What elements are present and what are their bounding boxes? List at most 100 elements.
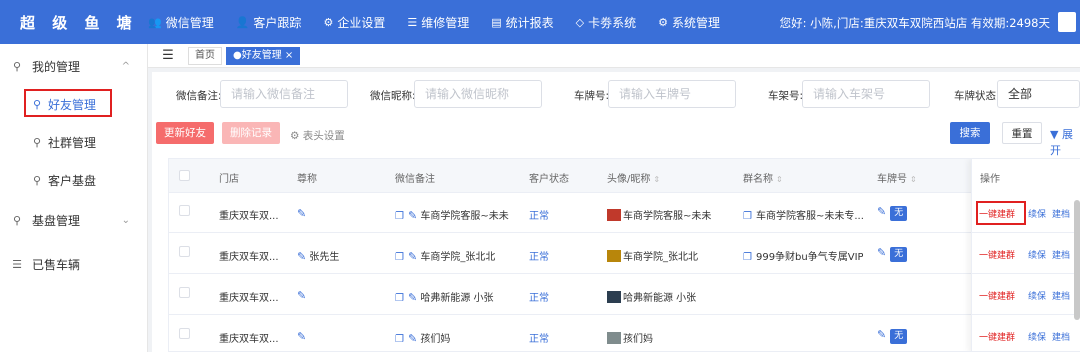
plate-badge: 无	[890, 206, 908, 221]
wechat-nick-input[interactable]: 请输入微信昵称	[414, 80, 542, 108]
cell-store: 重庆双车双...	[219, 334, 279, 345]
column-settings-button[interactable]: ⚙ 表头设置	[290, 128, 345, 143]
edit-icon[interactable]: ✎	[297, 250, 306, 263]
brand-title: 超 级 鱼 塘	[20, 13, 138, 32]
person-icon: ⚲	[12, 213, 22, 227]
wechat-note-input[interactable]: 请输入微信备注	[220, 80, 348, 108]
user-icon: 👤	[235, 15, 250, 29]
nav-enterprise-settings[interactable]: ⚙ 企业设置	[323, 14, 385, 31]
row-checkbox[interactable]	[179, 205, 190, 216]
nav-statistics[interactable]: ▤ 统计报表	[491, 14, 553, 31]
edit-icon[interactable]: ✎	[408, 332, 417, 345]
nav-repair-management[interactable]: ☰ 维修管理	[407, 14, 469, 31]
main-content: 微信备注: 请输入微信备注 微信昵称: 请输入微信昵称 车牌号: 请输入车牌号 …	[152, 72, 1080, 352]
rack-input[interactable]: 请输入车架号	[802, 80, 930, 108]
archive-link[interactable]: 建档	[1052, 207, 1070, 220]
tab-home[interactable]: 首页	[188, 46, 222, 65]
delete-records-button[interactable]: 删除记录	[222, 122, 280, 144]
report-icon: ▤	[491, 15, 502, 29]
plate-status-label: 车牌状态:	[954, 90, 1000, 102]
col-label: 群名称	[743, 174, 773, 185]
highlight-box	[24, 89, 112, 117]
build-group-link[interactable]: 一键建群	[979, 248, 1015, 261]
rack-label: 车架号:	[768, 90, 804, 102]
avatar[interactable]	[1058, 12, 1076, 32]
archive-link[interactable]: 建档	[1052, 289, 1070, 302]
sidebar-item-label: 已售车辆	[32, 257, 81, 272]
build-group-link[interactable]: 一键建群	[979, 330, 1015, 343]
col-group-name[interactable]: 群名称 ⇕	[743, 170, 783, 185]
archive-link[interactable]: 建档	[1052, 248, 1070, 261]
edit-icon[interactable]: ✎	[877, 246, 886, 259]
copy-icon[interactable]: ❐	[395, 334, 404, 345]
chevron-up-icon: ^	[121, 60, 130, 72]
col-wechat-note: 微信备注	[395, 174, 435, 185]
settings-icon: ⚙	[658, 15, 668, 29]
col-plate[interactable]: 车牌号 ⇕	[877, 170, 917, 185]
renew-insurance-link[interactable]: 续保	[1028, 248, 1046, 261]
search-button[interactable]: 搜索	[950, 122, 990, 144]
renew-insurance-link[interactable]: 续保	[1028, 330, 1046, 343]
archive-link[interactable]: 建档	[1052, 330, 1070, 343]
edit-icon[interactable]: ✎	[877, 328, 886, 341]
cell-wechat-note: 孩们妈	[420, 334, 451, 345]
cell-avatar-name: 车商学院客服~未未	[623, 211, 712, 222]
copy-icon[interactable]: ❐	[395, 293, 404, 304]
sidebar-item-customer-base[interactable]: ⚲ 客户基盘	[0, 162, 148, 198]
build-group-link[interactable]: 一键建群	[979, 207, 1015, 220]
nav-customer-tracking[interactable]: 👤 客户跟踪	[236, 14, 302, 31]
cell-status: 正常	[529, 334, 549, 345]
table-row: 重庆双车双... ✎ 张先生 ❐ ✎ 车商学院_张北北 正常 车商学院_张北北 ❐…	[169, 234, 1080, 274]
sidebar-item-base-management[interactable]: ⚲ 基盘管理 ⌄	[0, 202, 148, 238]
cell-status: 正常	[529, 211, 549, 222]
copy-icon[interactable]: ❐	[743, 211, 752, 222]
top-nav: 👥 微信管理 👤 客户跟踪 ⚙ 企业设置 ☰ 维修管理 ▤ 统计报表 ◇ 卡劵系统 ⚙ 系统管…	[148, 14, 742, 31]
row-checkbox[interactable]	[179, 246, 190, 257]
edit-icon[interactable]: ✎	[297, 289, 306, 302]
edit-icon[interactable]: ✎	[297, 207, 306, 220]
renew-insurance-link[interactable]: 续保	[1028, 289, 1046, 302]
sort-icon: ⇕	[776, 175, 783, 184]
cell-status: 正常	[529, 252, 549, 263]
friends-table: 门店 尊称 微信备注 客户状态 头像/昵称 ⇕ 群名称 ⇕ 车牌号 ⇕ 重庆双车双..…	[168, 158, 1080, 352]
col-store: 门店	[219, 174, 239, 185]
vertical-scrollbar[interactable]	[1074, 200, 1080, 320]
row-checkbox[interactable]	[179, 287, 190, 298]
edit-icon[interactable]: ✎	[408, 250, 417, 263]
copy-icon[interactable]: ❐	[395, 252, 404, 263]
expand-filters-button[interactable]: ▼ 展开	[1050, 126, 1080, 158]
plate-status-select[interactable]: 全部	[997, 80, 1080, 108]
list-icon: ☰	[12, 257, 22, 271]
update-friends-button[interactable]: 更新好友	[156, 122, 214, 144]
tabs-bar: ☰ 首页 ●好友管理 ×	[148, 44, 1080, 68]
reset-button[interactable]: 重置	[1002, 122, 1042, 144]
cell-store: 重庆双车双...	[219, 293, 279, 304]
cell-store: 重庆双车双...	[219, 252, 279, 263]
plate-input[interactable]: 请输入车牌号	[608, 80, 736, 108]
person-icon: ⚲	[12, 59, 22, 73]
edit-icon[interactable]: ✎	[408, 209, 417, 222]
edit-icon[interactable]: ✎	[408, 291, 417, 304]
nav-label: 维修管理	[421, 15, 470, 30]
renew-insurance-link[interactable]: 续保	[1028, 207, 1046, 220]
nav-system-management[interactable]: ⚙ 系统管理	[658, 14, 720, 31]
avatar-thumbnail	[607, 250, 621, 262]
sidebar-item-sold-vehicles[interactable]: ☰ 已售车辆	[0, 246, 148, 282]
select-all-checkbox[interactable]	[179, 170, 190, 181]
copy-icon[interactable]: ❐	[395, 211, 404, 222]
sidebar-item-my-management[interactable]: ⚲ 我的管理 ^	[0, 48, 148, 84]
nav-label: 微信管理	[165, 15, 214, 30]
edit-icon[interactable]: ✎	[877, 205, 886, 218]
edit-icon[interactable]: ✎	[297, 330, 306, 343]
col-avatar-nickname[interactable]: 头像/昵称 ⇕	[607, 170, 660, 185]
cell-wechat-note: 车商学院客服~未未	[420, 211, 509, 222]
nav-wechat-management[interactable]: 👥 微信管理	[148, 14, 214, 31]
nav-coupon-system[interactable]: ◇ 卡劵系统	[576, 14, 636, 31]
collapse-menu-icon[interactable]: ☰	[148, 48, 188, 63]
copy-icon[interactable]: ❐	[743, 252, 752, 263]
row-checkbox[interactable]	[179, 328, 190, 339]
sort-icon: ⇕	[910, 175, 917, 184]
build-group-link[interactable]: 一键建群	[979, 289, 1015, 302]
tab-friend-management[interactable]: ●好友管理 ×	[226, 46, 301, 65]
sidebar-item-group-management[interactable]: ⚲ 社群管理	[0, 124, 148, 160]
